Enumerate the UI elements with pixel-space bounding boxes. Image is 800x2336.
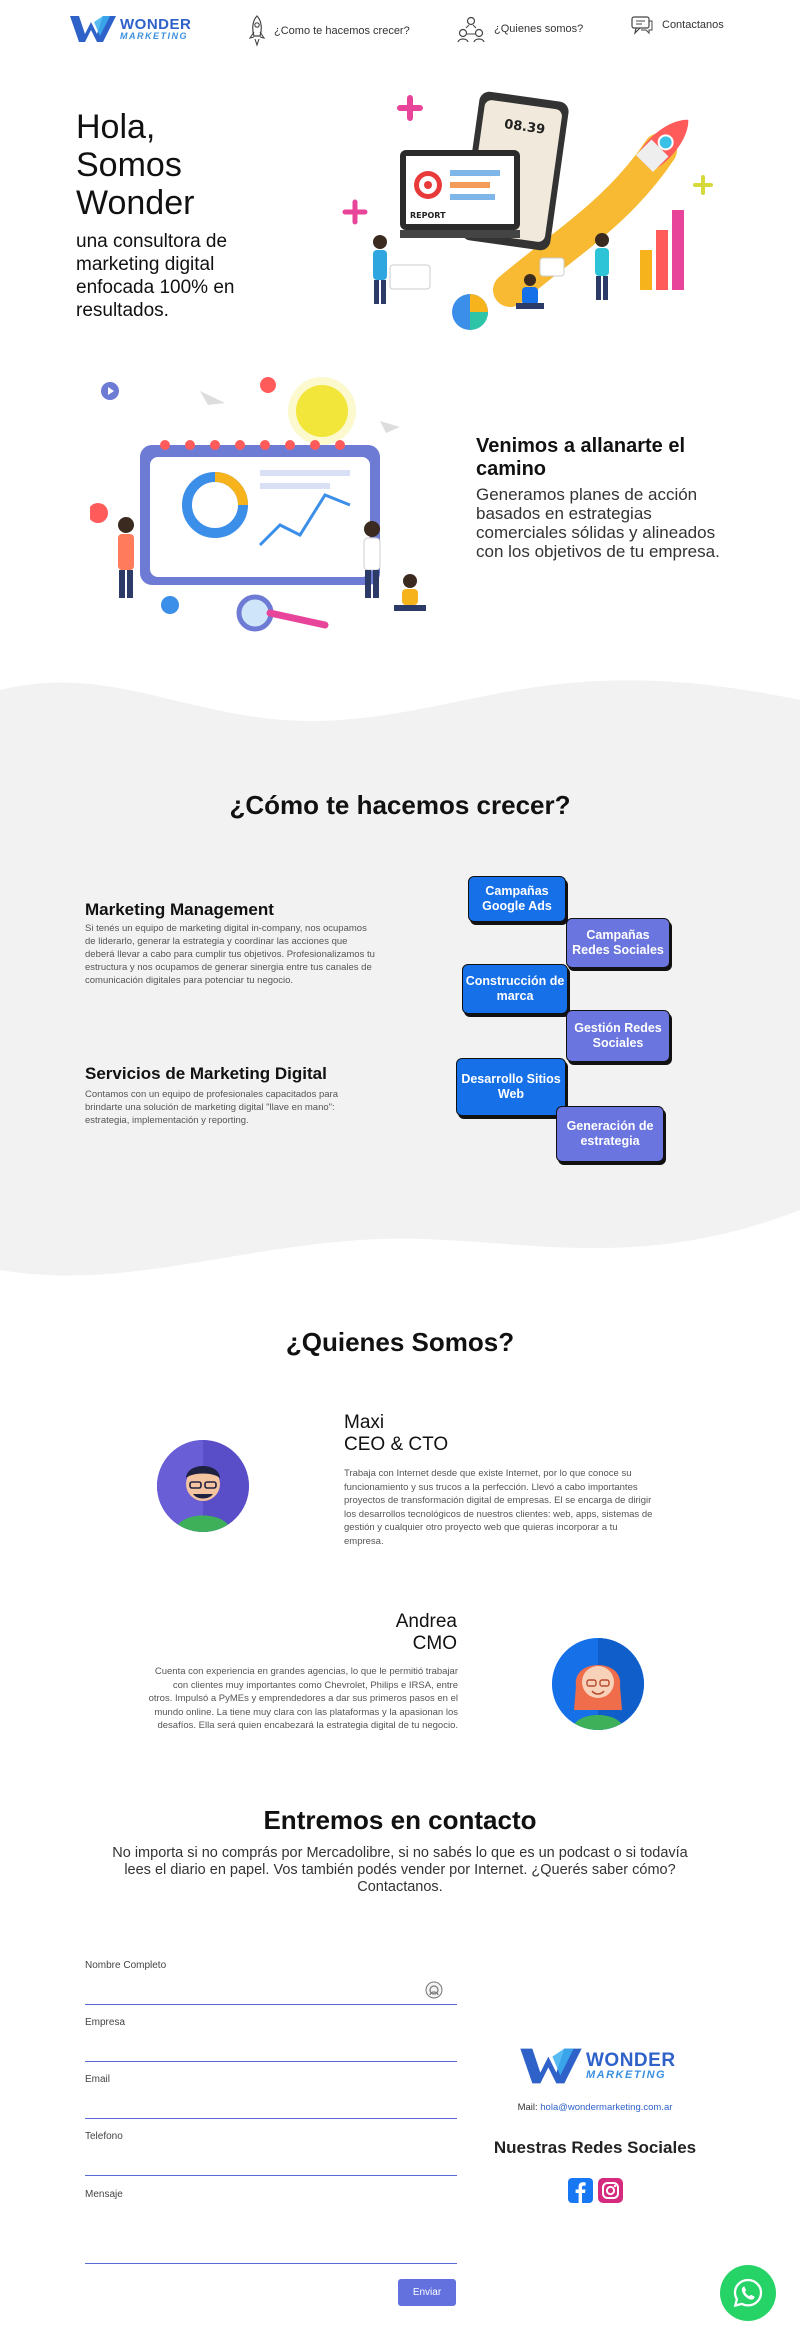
mail-link[interactable]: hola@wondermarketing.com.ar bbox=[540, 2102, 672, 2113]
team-title: ¿Quienes Somos? bbox=[285, 1327, 515, 1357]
service-text: Si tenés un equipo de marketing digital … bbox=[85, 923, 375, 986]
logo-w-icon bbox=[520, 2048, 582, 2084]
message-label: Mensaje bbox=[85, 2189, 123, 2200]
contact-logo: WONDER MARKETING bbox=[520, 2046, 676, 2086]
hero-title-line: Hola, bbox=[76, 108, 156, 146]
service-title: Marketing Management bbox=[85, 900, 274, 919]
top-nav: WONDER MARKETING ¿Como te hacemos crecer… bbox=[0, 0, 800, 60]
message-field[interactable] bbox=[85, 2206, 457, 2264]
email-field[interactable] bbox=[85, 2099, 457, 2119]
autofill-icon[interactable] bbox=[425, 1981, 443, 1999]
logo-title: WONDER bbox=[586, 2050, 676, 2071]
contact-title: Entremos en contacto bbox=[263, 1805, 537, 1835]
hero-title: Hola, Somos Wonder bbox=[76, 108, 194, 222]
nav-link-grow-label: ¿Como te hacemos crecer? bbox=[274, 25, 410, 37]
facebook-icon[interactable] bbox=[568, 2178, 593, 2203]
contact-mail: Mail: hola@wondermarketing.com.ar bbox=[460, 2102, 730, 2113]
person-figure bbox=[373, 235, 387, 304]
strategy-illustration bbox=[90, 377, 426, 632]
social-title: Nuestras Redes Sociales bbox=[493, 2138, 697, 2157]
nav-link-contact[interactable]: Contactanos bbox=[630, 14, 724, 36]
member-bio: Trabaja con Internet desde que existe In… bbox=[344, 1468, 653, 1547]
company-field[interactable] bbox=[85, 2042, 457, 2062]
member-bio: Cuenta con experiencia en grandes agenci… bbox=[148, 1666, 458, 1731]
services-title: ¿Cómo te hacemos crecer? bbox=[229, 790, 571, 820]
service-bubble-web-development: Desarrollo Sitios Web bbox=[456, 1058, 566, 1116]
person-figure bbox=[118, 517, 134, 598]
nav-link-grow[interactable]: ¿Como te hacemos crecer? bbox=[248, 14, 410, 48]
nav-link-contact-label: Contactanos bbox=[662, 19, 724, 31]
logo-subtitle: MARKETING bbox=[120, 31, 188, 41]
company-label: Empresa bbox=[85, 2017, 126, 2028]
service-bubble-social-management: Gestión Redes Sociales bbox=[566, 1010, 670, 1062]
person-figure bbox=[394, 574, 426, 611]
nav-link-about-label: ¿Quienes somos? bbox=[494, 23, 584, 35]
send-button[interactable]: Enviar bbox=[398, 2279, 456, 2306]
member-role: CEO & CTO bbox=[344, 1434, 449, 1455]
avatar-andrea bbox=[552, 1638, 644, 1730]
report-label: REPORT bbox=[410, 211, 446, 220]
team-icon bbox=[457, 16, 485, 43]
member-name-text: Maxi bbox=[344, 1412, 385, 1433]
phone-label: Telefono bbox=[85, 2131, 123, 2142]
whatsapp-button[interactable] bbox=[720, 2265, 776, 2321]
service-bubble-strategy: Generación de estrategia bbox=[556, 1106, 664, 1162]
hero-subtitle: una consultora de marketing digital enfo… bbox=[76, 231, 235, 321]
logo-title: WONDER bbox=[120, 16, 192, 33]
whatsapp-icon bbox=[733, 2278, 763, 2308]
avatar-illustration bbox=[552, 1638, 644, 1730]
service-title: Servicios de Marketing Digital bbox=[85, 1064, 327, 1083]
service-bubble-branding: Construcción de marca bbox=[462, 964, 568, 1014]
member-name: Maxi CEO & CTO bbox=[344, 1412, 448, 1456]
mail-label: Mail: bbox=[517, 2102, 538, 2113]
logo[interactable]: WONDER MARKETING bbox=[70, 14, 191, 44]
rocket-icon bbox=[248, 15, 266, 47]
name-label: Nombre Completo bbox=[85, 1960, 167, 1971]
logo-w-icon bbox=[70, 16, 116, 42]
avatar-illustration bbox=[157, 1440, 249, 1532]
phone-field[interactable] bbox=[85, 2156, 457, 2176]
member-role: CMO bbox=[412, 1633, 457, 1654]
service-text: Contamos con un equipo de profesionales … bbox=[85, 1089, 338, 1126]
member-name: Andrea CMO bbox=[348, 1611, 457, 1655]
hero-title-line: Somos bbox=[76, 146, 182, 184]
person-figure bbox=[595, 233, 609, 300]
name-field[interactable] bbox=[85, 1985, 457, 2005]
hero-illustration: 08.39 REPORT bbox=[342, 91, 713, 330]
social-icons bbox=[568, 2178, 623, 2203]
member-name-text: Andrea bbox=[395, 1611, 457, 1632]
service-bubble-social-campaigns: Campañas Redes Sociales bbox=[566, 918, 670, 968]
service-bubble-google-ads: Campañas Google Ads bbox=[468, 876, 566, 922]
chat-icon bbox=[631, 16, 653, 35]
person-figure bbox=[363, 521, 381, 598]
email-label: Email bbox=[85, 2074, 111, 2085]
intro-text: Generamos planes de acción basados en es… bbox=[476, 485, 720, 561]
intro-title: Venimos a allanarte el camino bbox=[476, 435, 685, 480]
avatar-maxi bbox=[157, 1440, 249, 1532]
hero-title-line: Wonder bbox=[76, 184, 195, 222]
logo-subtitle: MARKETING bbox=[586, 2069, 667, 2081]
instagram-icon[interactable] bbox=[598, 2178, 623, 2203]
contact-intro: No importa si no comprás por Mercadolibr… bbox=[112, 1845, 688, 1895]
nav-link-about[interactable]: ¿Quienes somos? bbox=[456, 14, 583, 44]
